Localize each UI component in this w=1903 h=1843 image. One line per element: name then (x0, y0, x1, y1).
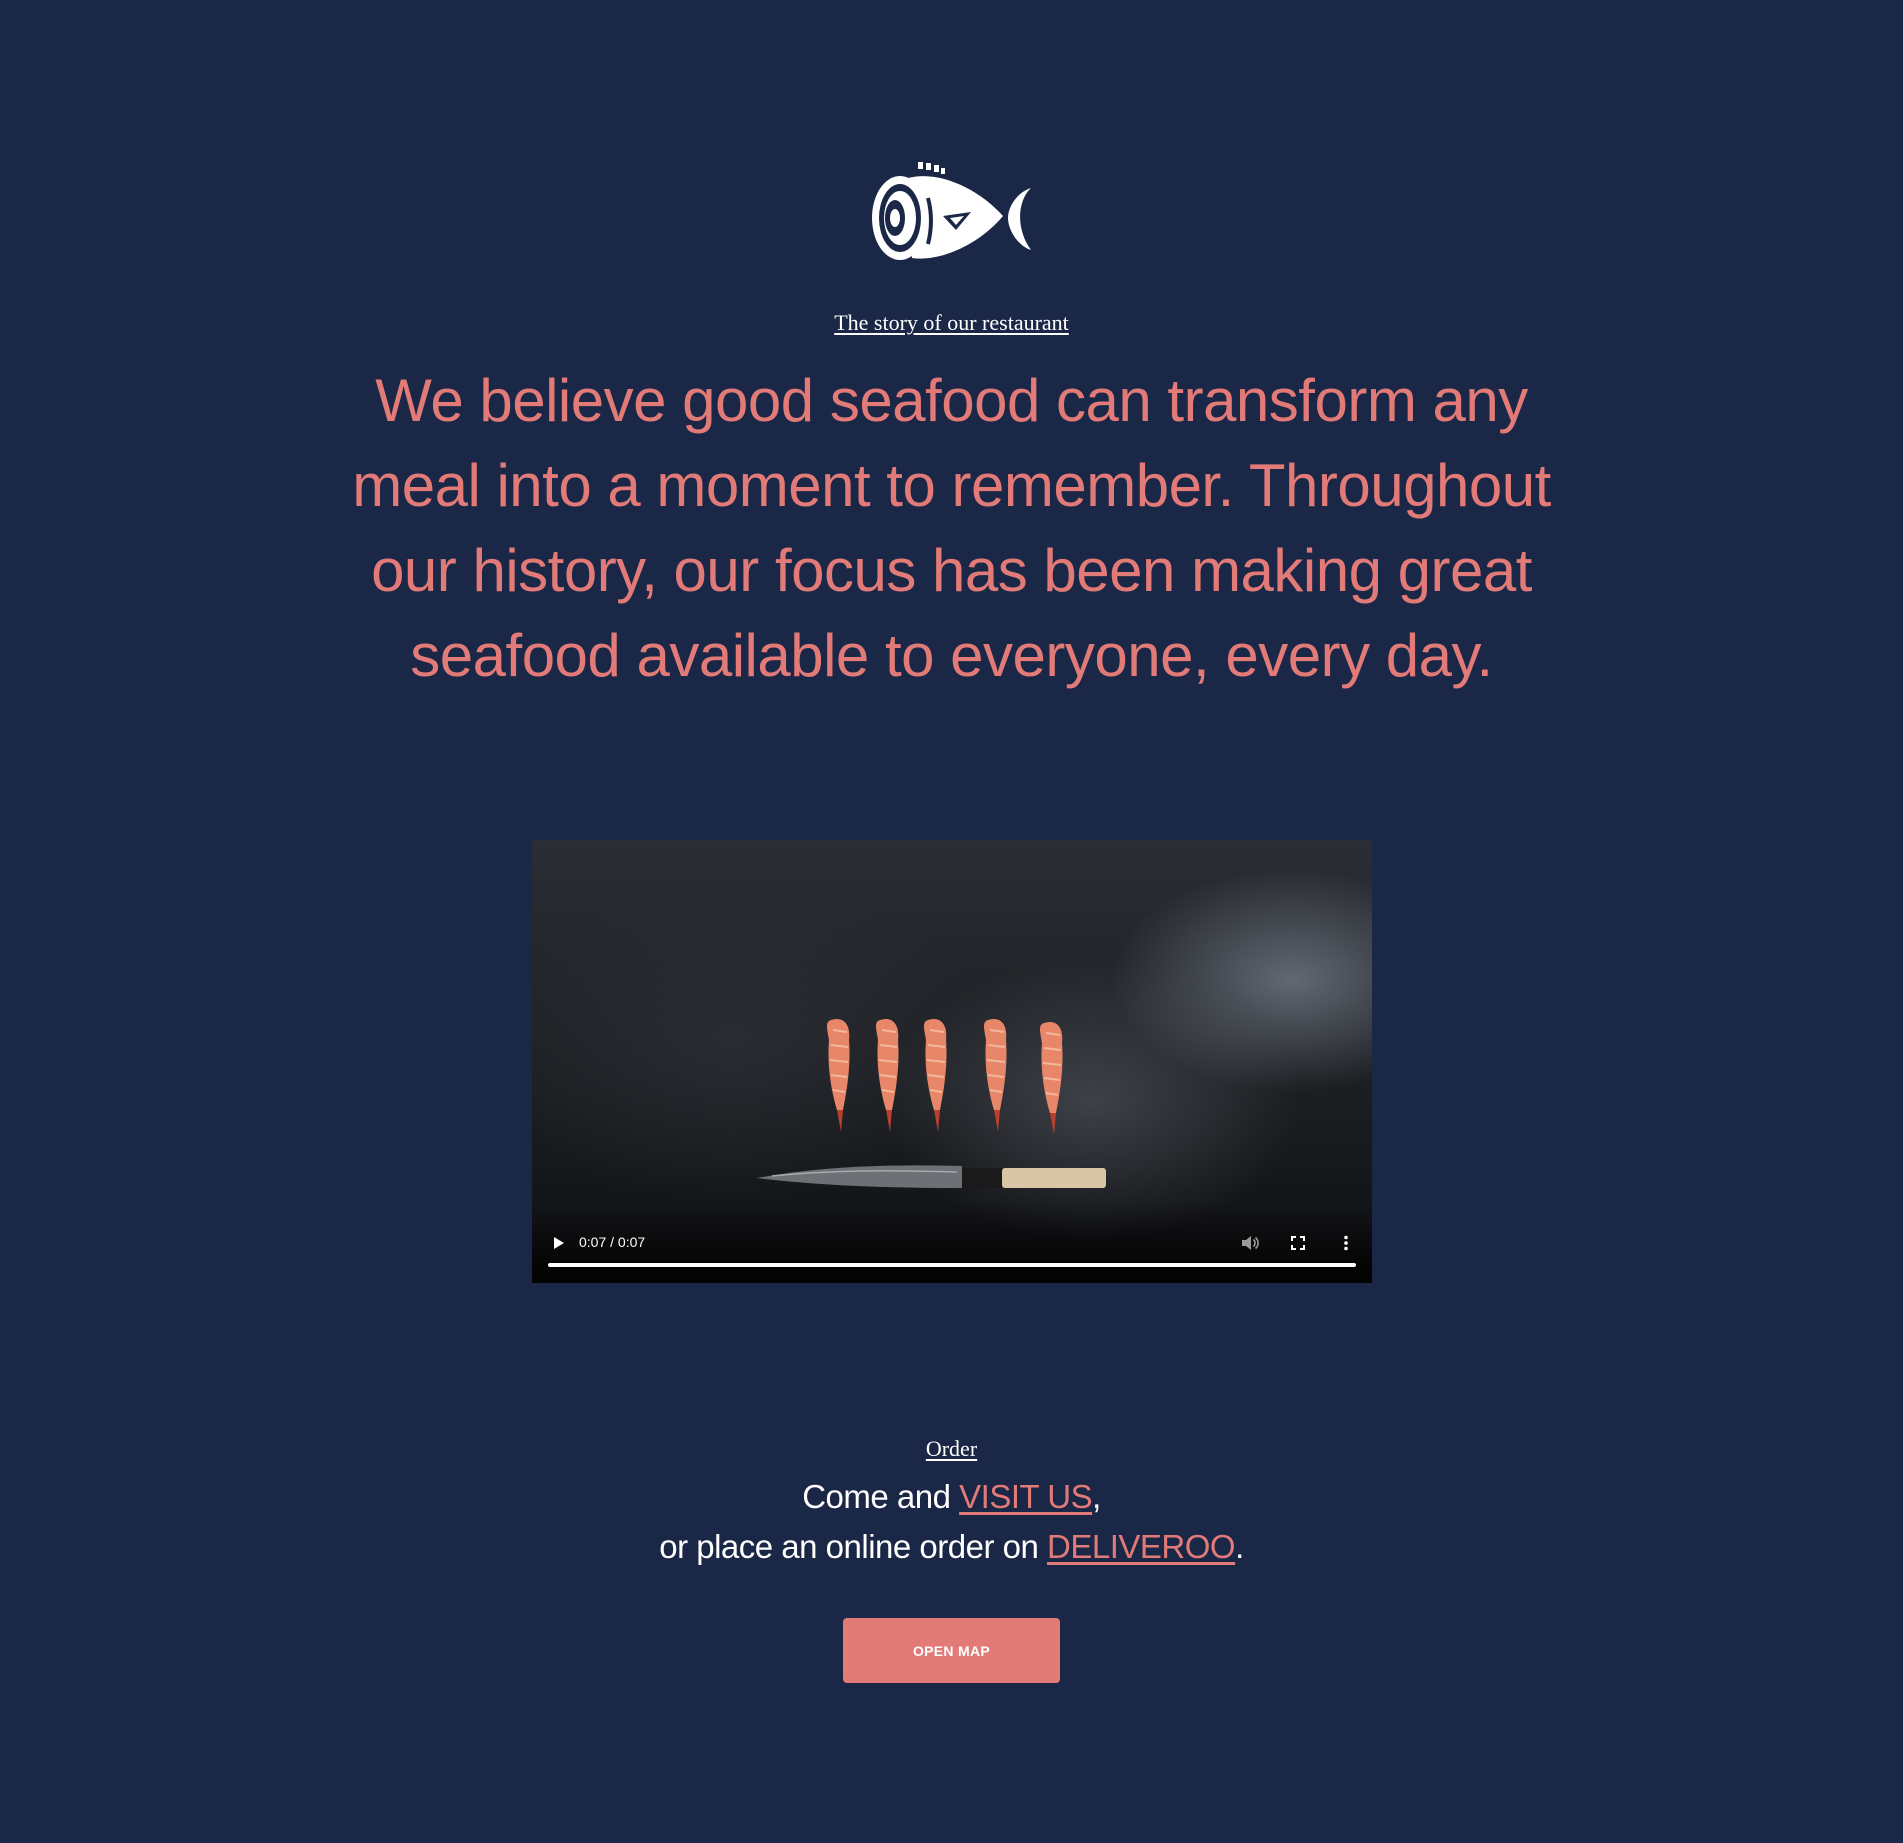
knife (757, 1165, 1106, 1188)
deliveroo-link[interactable]: DELIVEROO (1047, 1528, 1236, 1565)
cta-line-2-prefix: or place an online order on (659, 1528, 1048, 1565)
headline: We believe good seafood can transform an… (352, 367, 1551, 689)
fullscreen-icon (1291, 1236, 1305, 1250)
fullscreen-button[interactable] (1286, 1231, 1310, 1255)
video-controls: 0:07 / 0:07 (532, 1203, 1372, 1283)
more-options-button[interactable] (1334, 1231, 1358, 1255)
cta-line-1-prefix: Come and (802, 1478, 960, 1515)
video-time: 0:07 / 0:07 (579, 1234, 646, 1250)
order-link[interactable]: Order (0, 1436, 1903, 1462)
cta-line-2: or place an online order on DELIVEROO. (0, 1522, 1903, 1572)
volume-button[interactable] (1238, 1231, 1262, 1255)
page: The story of our restaurant We believe g… (0, 0, 1903, 1843)
open-map-button[interactable]: OPEN MAP (843, 1618, 1060, 1683)
shrimp-group (827, 1018, 1063, 1135)
visit-us-link[interactable]: VISIT US (959, 1478, 1092, 1515)
video-progress-bar[interactable] (548, 1263, 1356, 1267)
order-cta: Come and VISIT US, or place an online or… (0, 1472, 1903, 1572)
cta-line-1-suffix: , (1092, 1478, 1101, 1515)
fish-logo-icon (872, 162, 1031, 260)
play-icon (554, 1237, 564, 1249)
more-options-icon (1344, 1235, 1348, 1251)
video-player[interactable]: 0:07 / 0:07 (532, 840, 1372, 1283)
cta-line-1: Come and VISIT US, (0, 1472, 1903, 1522)
volume-icon (1242, 1236, 1259, 1250)
cta-line-2-suffix: . (1235, 1528, 1244, 1565)
play-button[interactable] (548, 1233, 568, 1253)
story-link[interactable]: The story of our restaurant (0, 310, 1903, 336)
